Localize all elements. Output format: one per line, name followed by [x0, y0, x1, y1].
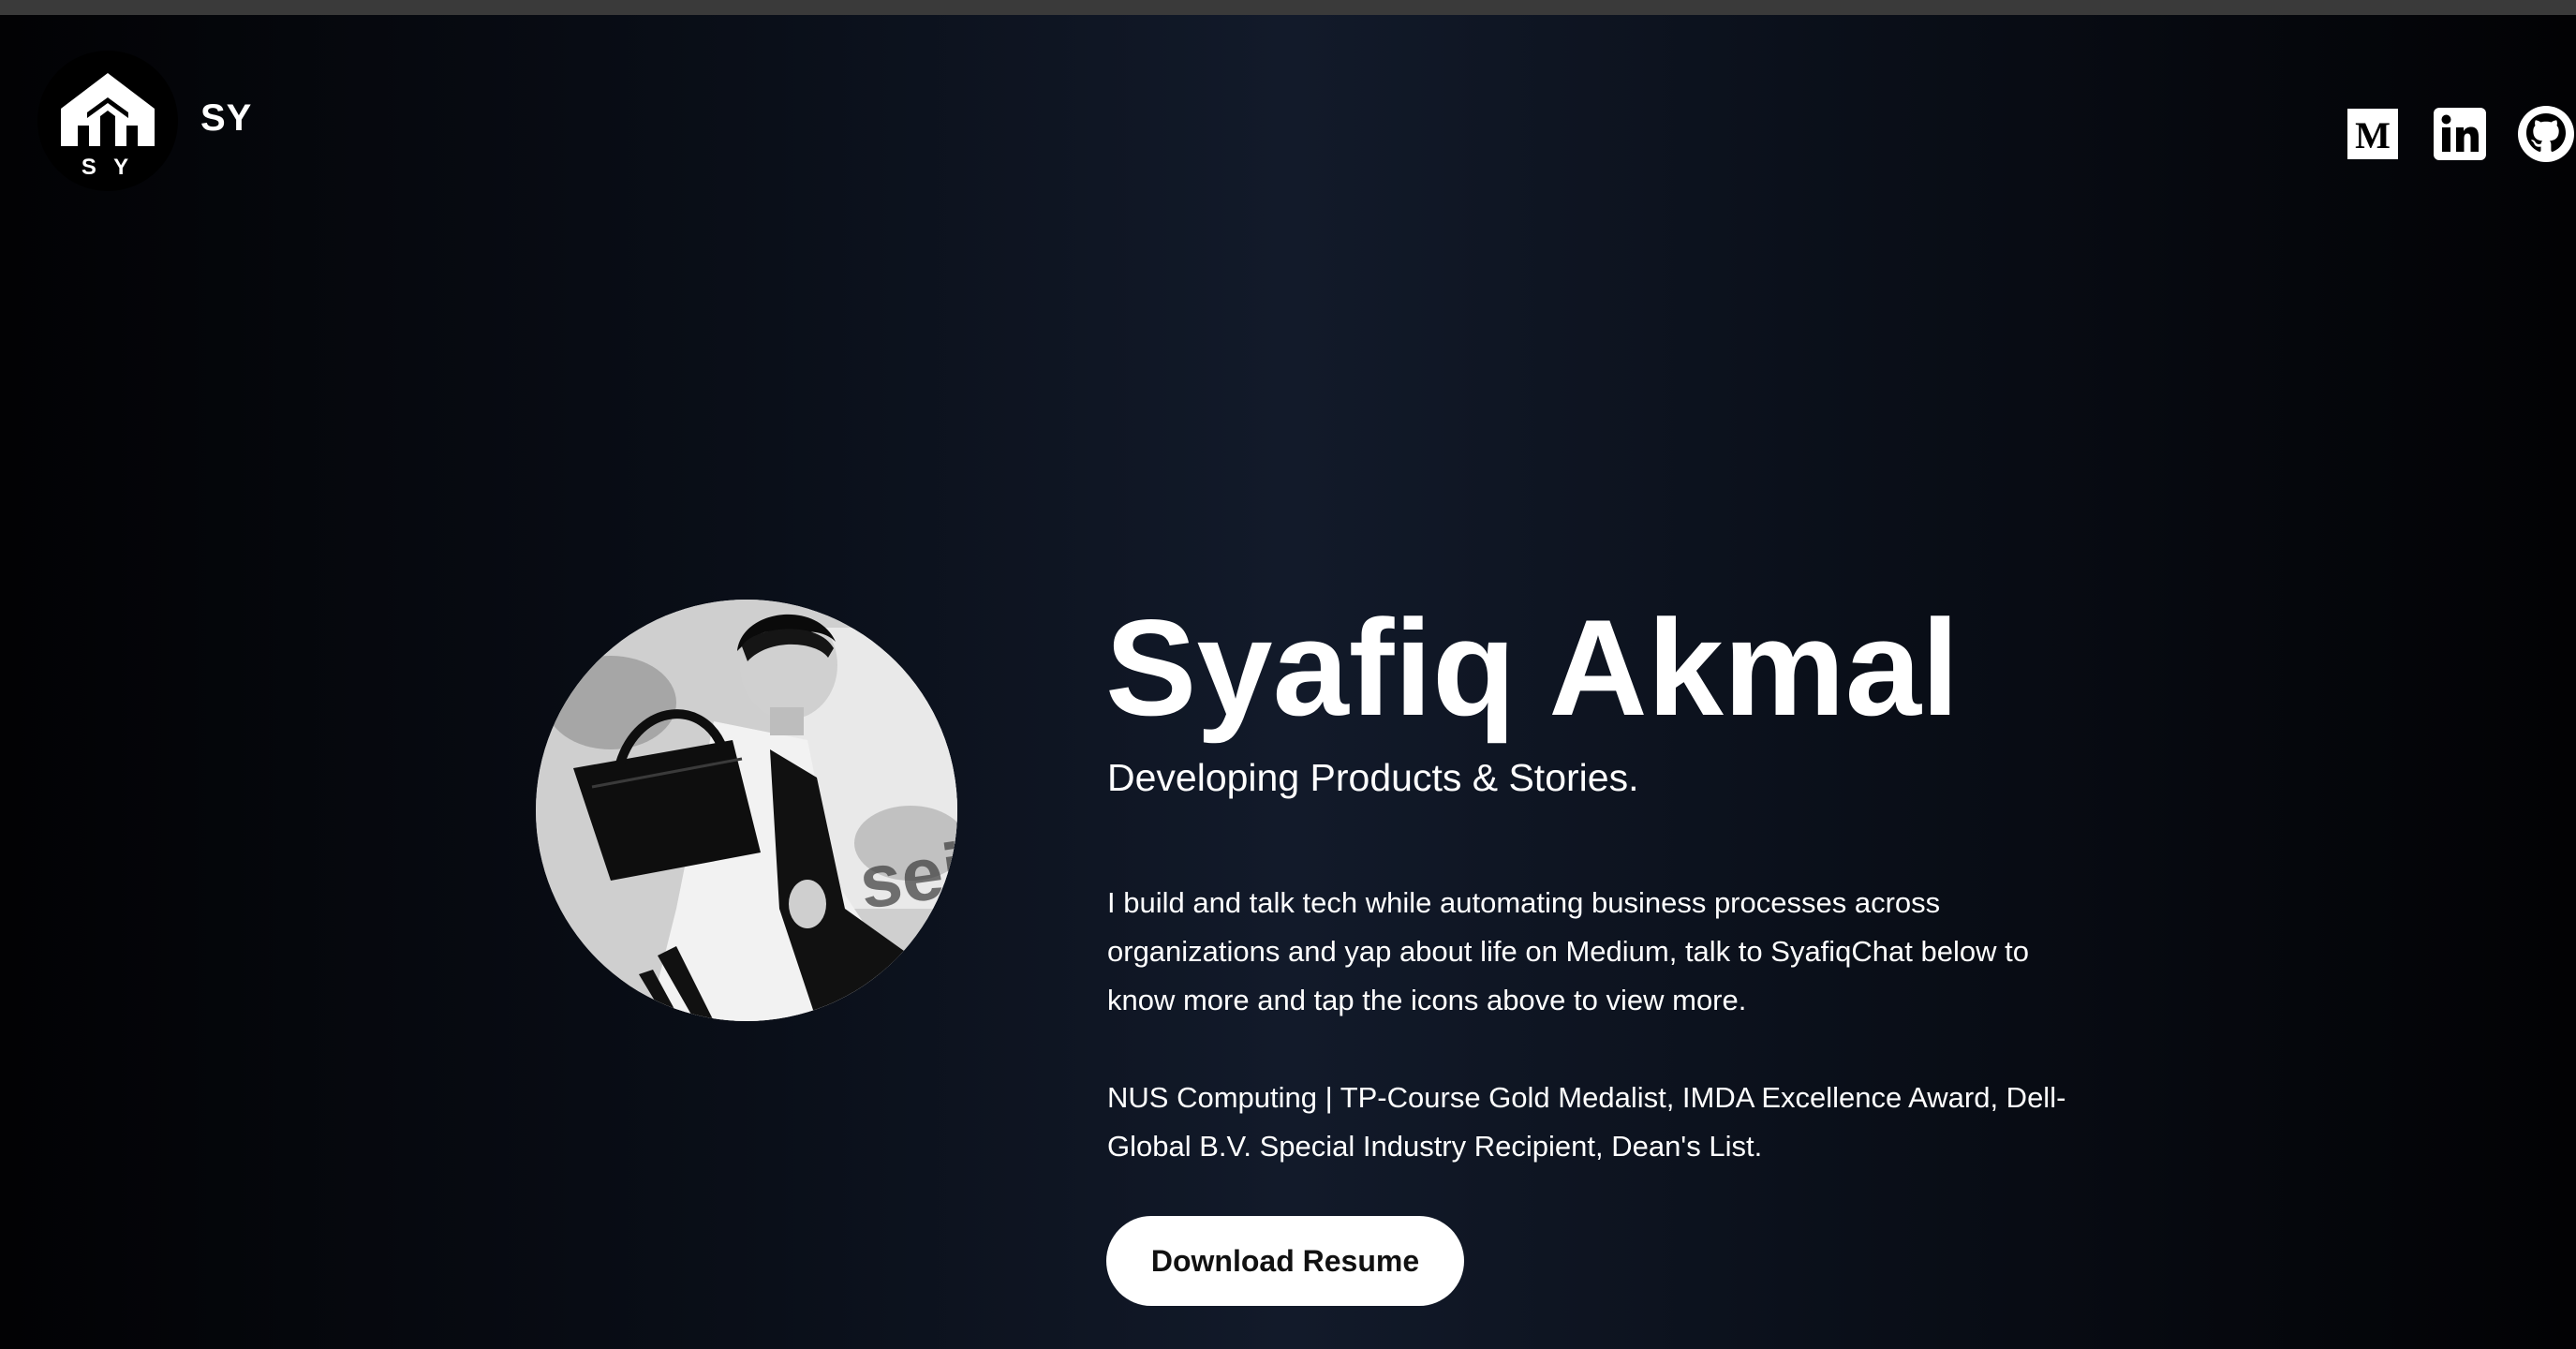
hero-credentials: NUS Computing | TP-Course Gold Medalist,… [1107, 1081, 2066, 1163]
profile-photo: sei [536, 600, 957, 1021]
house-logo-icon: S Y [61, 73, 155, 180]
svg-text:sei: sei [854, 827, 957, 925]
hero-tagline: Developing Products & Stories. [1107, 756, 1639, 799]
medium-link[interactable]: M [2347, 105, 2398, 163]
download-resume-button[interactable]: Download Resume [1106, 1216, 1464, 1306]
hero-name: Syafiq Akmal [1105, 591, 1960, 744]
hero-bio: I build and talk tech while automating b… [1107, 886, 2029, 1016]
linkedin-icon [2434, 108, 2486, 160]
github-icon [2518, 106, 2574, 162]
profile-photo-image: sei [536, 600, 957, 1021]
logo-letters: S Y [81, 155, 134, 180]
medium-icon: M [2347, 109, 2398, 159]
github-link[interactable] [2516, 105, 2576, 163]
site-header: S Y SY M [0, 15, 2576, 221]
linkedin-link[interactable] [2434, 105, 2486, 163]
brand-name[interactable]: SY [200, 97, 252, 140]
svg-text:M: M [2355, 114, 2391, 156]
site-logo[interactable]: S Y [37, 51, 178, 191]
browser-top-strip [0, 0, 2576, 15]
